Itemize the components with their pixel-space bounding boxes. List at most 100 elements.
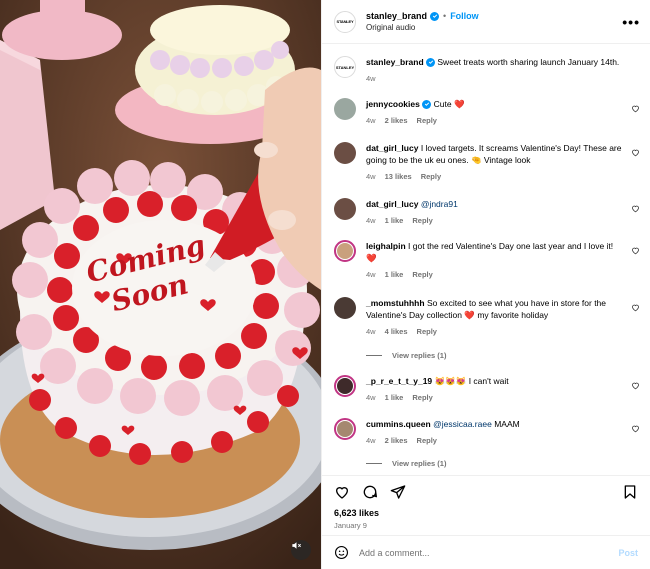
mute-button[interactable] xyxy=(291,540,311,560)
like-comment-heart-icon[interactable] xyxy=(631,104,640,113)
caption-row: STANLEY stanley_brand Sweet treats worth… xyxy=(334,56,640,85)
caption-time: 4w xyxy=(366,74,376,83)
post-side-panel: STANLEY stanley_brand • Follow Original … xyxy=(321,0,650,569)
comment-time: 4w xyxy=(366,436,376,445)
comment-text: Cute xyxy=(433,99,452,109)
comment-username[interactable]: leighalpin xyxy=(366,241,406,251)
post-date: January 9 xyxy=(334,521,367,530)
comment-time: 4w xyxy=(366,172,376,181)
comment-time: 4w xyxy=(366,216,376,225)
comment-time: 4w xyxy=(366,270,376,279)
verified-badge-icon xyxy=(426,57,436,67)
like-comment-heart-icon[interactable] xyxy=(631,303,640,312)
comment-emoji: ❤️ xyxy=(464,310,475,320)
comment-avatar[interactable] xyxy=(334,198,356,220)
caption-text: Sweet treats worth sharing launch Januar… xyxy=(437,57,620,67)
comment-row: jennycookies Cute ❤️ 4w 2 likes Reply xyxy=(334,98,640,127)
comment-bubble-icon[interactable] xyxy=(362,484,378,500)
post-actions: 6,623 likes January 9 xyxy=(322,475,650,535)
comment-username[interactable]: dat_girl_lucy xyxy=(366,143,418,153)
comment-likes[interactable]: 13 likes xyxy=(385,171,412,183)
like-comment-heart-icon[interactable] xyxy=(631,148,640,157)
like-comment-heart-icon[interactable] xyxy=(631,424,640,433)
comment-avatar[interactable] xyxy=(334,297,356,319)
comment-username[interactable]: dat_girl_lucy xyxy=(366,199,418,209)
comment-row: leighalpin I got the red Valentine's Day… xyxy=(334,240,640,281)
comment-emoji: 🤏 xyxy=(470,155,482,165)
comment-username[interactable]: jennycookies xyxy=(366,99,420,109)
comment-avatar[interactable] xyxy=(334,98,356,120)
comment-input[interactable] xyxy=(359,547,619,558)
comment-mention[interactable]: @jessicaa.raee xyxy=(433,419,492,429)
comment-likes[interactable]: 4 likes xyxy=(385,326,408,338)
reply-button[interactable]: Reply xyxy=(412,215,432,227)
comment-time: 4w xyxy=(366,327,376,336)
view-replies-button[interactable]: View replies (1) xyxy=(366,459,446,468)
like-comment-heart-icon[interactable] xyxy=(631,381,640,390)
comment-likes[interactable]: 1 like xyxy=(385,215,404,227)
comment-username[interactable]: _momstuhhhh xyxy=(366,298,425,308)
brand-avatar-logo: STANLEY xyxy=(336,19,354,24)
comment-username[interactable]: _p_r_e_t_t_y_19 xyxy=(366,376,432,386)
like-comment-heart-icon[interactable] xyxy=(631,204,640,213)
verified-badge-icon xyxy=(430,11,440,21)
more-options-icon[interactable]: ••• xyxy=(622,14,640,30)
reply-button[interactable]: Reply xyxy=(417,326,437,338)
share-paper-plane-icon[interactable] xyxy=(390,484,406,500)
comment-row: _momstuhhhh So excited to see what you h… xyxy=(334,297,640,338)
comment-avatar[interactable] xyxy=(334,142,356,164)
follow-button[interactable]: Follow xyxy=(450,11,479,21)
caption-avatar[interactable]: STANLEY xyxy=(334,56,356,78)
comment-row: dat_girl_lucy @jndra91 4w 1 like Reply xyxy=(334,198,640,227)
comment-text-after: my favorite holiday xyxy=(477,310,549,320)
audio-link[interactable]: Original audio xyxy=(366,23,622,32)
save-bookmark-icon[interactable] xyxy=(622,484,638,500)
emoji-picker-icon[interactable] xyxy=(334,545,349,560)
reply-button[interactable]: Reply xyxy=(417,115,437,127)
verified-badge-icon xyxy=(422,99,432,109)
reply-button[interactable]: Reply xyxy=(421,171,441,183)
comment-time: 4w xyxy=(366,116,376,125)
comment-avatar[interactable] xyxy=(334,240,356,262)
comments-list[interactable]: STANLEY stanley_brand Sweet treats worth… xyxy=(322,44,650,475)
reply-button[interactable]: Reply xyxy=(417,435,437,447)
comment-likes[interactable]: 2 likes xyxy=(385,435,408,447)
add-comment-bar: Post xyxy=(322,535,650,569)
post-comment-button[interactable]: Post xyxy=(618,548,638,558)
comment-row: dat_girl_lucy I loved targets. It scream… xyxy=(334,142,640,183)
comment-time: 4w xyxy=(366,393,376,402)
separator-dot: • xyxy=(443,11,447,21)
like-heart-icon[interactable] xyxy=(334,484,350,500)
post-viewer: Coming Soon STANLEY stanley_brand • Foll… xyxy=(0,0,650,569)
post-media[interactable]: Coming Soon xyxy=(0,0,321,569)
reply-button[interactable]: Reply xyxy=(412,392,432,404)
comment-emoji: ❤️ xyxy=(366,253,377,263)
view-replies-button[interactable]: View replies (1) xyxy=(366,351,446,360)
comment-likes[interactable]: 1 like xyxy=(385,269,404,281)
comment-mention[interactable]: @jndra91 xyxy=(421,199,458,209)
cake-photo: Coming Soon xyxy=(0,0,321,569)
author-username[interactable]: stanley_brand xyxy=(366,11,427,21)
speaker-muted-icon xyxy=(292,542,301,549)
comment-text: I got the red Valentine's Day one last y… xyxy=(408,241,614,251)
comment-avatar[interactable] xyxy=(334,375,356,397)
comment-username[interactable]: cummins.queen xyxy=(366,419,431,429)
view-replies-line xyxy=(366,463,382,464)
comment-emoji: 😻😻😻 xyxy=(434,376,467,386)
comment-avatar[interactable] xyxy=(334,418,356,440)
comment-row: _p_r_e_t_t_y_19 😻😻😻 I can't wait 4w 1 li… xyxy=(334,375,640,404)
caption-avatar-logo: STANLEY xyxy=(335,64,355,70)
view-replies-line xyxy=(366,355,382,356)
caption-username[interactable]: stanley_brand xyxy=(366,57,424,67)
comment-likes[interactable]: 2 likes xyxy=(385,115,408,127)
view-replies-label: View replies (1) xyxy=(392,351,447,360)
like-comment-heart-icon[interactable] xyxy=(631,246,640,255)
comment-text: I can't wait xyxy=(468,376,509,386)
comment-likes[interactable]: 1 like xyxy=(385,392,404,404)
brand-avatar[interactable]: STANLEY xyxy=(334,10,356,33)
post-likes-count[interactable]: 6,623 likes xyxy=(334,508,638,518)
comment-text-after: Vintage look xyxy=(483,155,531,165)
comment-emoji: ❤️ xyxy=(453,99,465,109)
reply-button[interactable]: Reply xyxy=(412,269,432,281)
view-replies-label: View replies (1) xyxy=(392,459,447,468)
